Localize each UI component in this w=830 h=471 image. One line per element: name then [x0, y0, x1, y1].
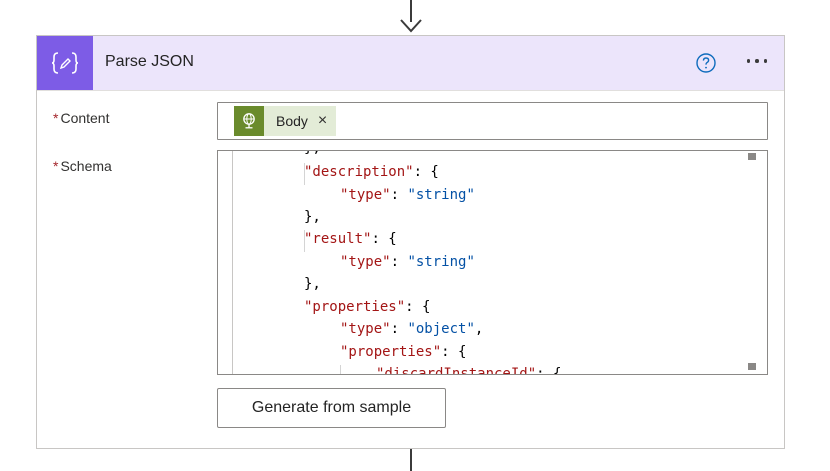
code-token: "string"	[407, 254, 475, 270]
content-label: * Content	[53, 110, 110, 126]
token-label: Body	[276, 113, 308, 129]
code-token: ,	[474, 321, 484, 337]
code-token: "type"	[340, 254, 391, 270]
code-line: "type": "string"	[340, 184, 475, 206]
code-token: },	[304, 151, 321, 156]
scroll-down-button[interactable]	[748, 363, 756, 370]
code-line: },	[304, 273, 321, 295]
code-line: "properties": {	[304, 296, 430, 318]
dot	[755, 59, 759, 63]
ellipsis-icon[interactable]	[742, 48, 772, 74]
indent-guide	[304, 163, 305, 185]
content-label-text: Content	[60, 110, 110, 126]
indent-guide	[304, 230, 305, 252]
code-line: },	[304, 151, 321, 159]
required-mark: *	[53, 158, 59, 174]
question-circle-icon[interactable]	[695, 52, 717, 74]
code-token: :	[390, 321, 408, 337]
code-token: :	[390, 187, 408, 203]
code-token: : {	[371, 231, 397, 247]
schema-code[interactable]: },"description": {"type": "string"},"res…	[218, 151, 738, 374]
code-line: "description": {	[304, 161, 439, 183]
card-title: Parse JSON	[105, 53, 194, 70]
flow-connector-bottom	[410, 449, 412, 471]
code-token: "properties"	[340, 344, 442, 360]
code-token: "discardInstanceId"	[376, 366, 537, 374]
code-token: "object"	[407, 321, 475, 337]
code-token: "type"	[340, 187, 391, 203]
code-token: "string"	[407, 187, 475, 203]
schema-label-text: Schema	[60, 158, 112, 174]
code-token: : {	[441, 344, 467, 360]
code-token: : {	[413, 164, 439, 180]
indent-guide	[340, 365, 341, 374]
code-token: "properties"	[304, 299, 406, 315]
card-header[interactable]: Parse JSON	[37, 36, 784, 91]
code-token: },	[304, 209, 321, 225]
schema-editor[interactable]: },"description": {"type": "string"},"res…	[217, 150, 768, 375]
content-input[interactable]: Body ×	[217, 102, 768, 140]
dot	[763, 59, 768, 63]
arrow-down-icon	[400, 19, 422, 33]
code-token: : {	[536, 366, 562, 374]
code-token: :	[390, 254, 408, 270]
editor-scrollbar[interactable]	[748, 151, 767, 374]
generate-from-sample-button[interactable]: Generate from sample	[217, 388, 446, 428]
code-line: "properties": {	[340, 341, 466, 363]
schema-label: * Schema	[53, 158, 112, 174]
braces-pen-icon	[37, 36, 93, 90]
parse-json-action-card: Parse JSON * Content Body × * Schema "de…	[36, 35, 785, 449]
code-token: : {	[405, 299, 431, 315]
code-line: "result": {	[304, 228, 397, 250]
globe-icon	[234, 106, 264, 136]
code-line: "type": "string"	[340, 251, 475, 273]
code-token: "description"	[304, 164, 414, 180]
code-token: "type"	[340, 321, 391, 337]
code-line: "discardInstanceId": {	[376, 363, 561, 374]
dot	[746, 59, 751, 63]
code-token: "result"	[304, 231, 372, 247]
scroll-up-button[interactable]	[748, 153, 756, 160]
body-token[interactable]: Body ×	[234, 106, 336, 136]
token-remove-button[interactable]: ×	[318, 113, 327, 129]
code-token: },	[304, 276, 321, 292]
required-mark: *	[53, 110, 59, 126]
code-line: "type": "object",	[340, 318, 483, 340]
code-line: },	[304, 206, 321, 228]
